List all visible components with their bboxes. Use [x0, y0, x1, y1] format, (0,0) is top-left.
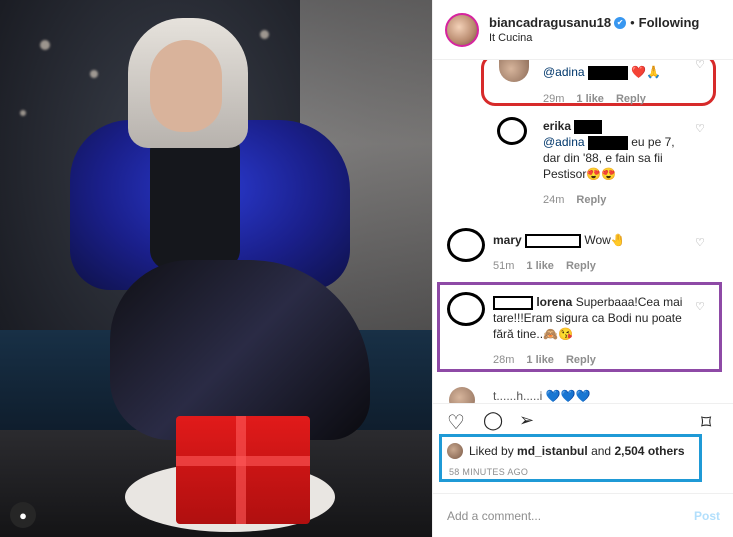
comment-username[interactable]: mary — [493, 233, 522, 247]
commenter-avatar-circled[interactable] — [447, 228, 485, 262]
share-plane-icon[interactable]: ➢ — [519, 410, 534, 431]
comment-time: 24m — [543, 194, 565, 206]
redaction-box — [574, 119, 603, 134]
redaction-box — [587, 135, 628, 150]
comment-like-icon[interactable]: ♡ — [695, 122, 705, 135]
post-location[interactable]: It Cucina — [489, 32, 699, 44]
comment-meta: 28m 1 like Reply — [493, 354, 596, 366]
reply-button[interactable]: Reply — [566, 354, 596, 366]
reply-button[interactable]: Reply — [576, 194, 606, 206]
photo-red-gift — [176, 416, 310, 524]
user-tag-icon[interactable]: ● — [10, 502, 36, 528]
post-photo[interactable]: ● — [0, 0, 432, 537]
comment-input[interactable]: Add a comment... — [447, 509, 541, 523]
reply-button[interactable]: Reply — [616, 93, 646, 105]
liked-by-prefix: Liked by — [469, 444, 514, 458]
commenter-avatar[interactable] — [449, 387, 475, 403]
photo-top — [150, 130, 240, 270]
separator-dot: • — [630, 15, 635, 30]
bookmark-icon[interactable]: ⌑ — [701, 410, 711, 435]
commenter-avatar-circled[interactable] — [497, 117, 527, 145]
following-button[interactable]: Following — [639, 15, 700, 30]
comment-likes[interactable]: 1 like — [576, 93, 604, 105]
bokeh-light — [20, 110, 26, 116]
comment-like-icon[interactable]: ♡ — [695, 300, 705, 313]
post-button[interactable]: Post — [694, 509, 720, 523]
comment-reply-1: @adina ❤️🙏 — [543, 64, 703, 80]
post-header: biancadragusanu18 ✔ • Following It Cucin… — [433, 0, 733, 60]
comment-likes[interactable]: 1 like — [526, 354, 554, 366]
comment-text: ❤️🙏 — [631, 65, 662, 79]
bokeh-light — [260, 30, 269, 39]
comment-meta: 29m 1 like Reply — [543, 93, 646, 105]
verified-badge-icon: ✔ — [614, 16, 627, 29]
comment-username[interactable]: lorena — [536, 295, 572, 309]
comment-3: mary Wow🤚 — [493, 232, 693, 248]
comment-time: 51m — [493, 260, 515, 272]
comment-meta: 51m 1 like Reply — [493, 260, 596, 272]
bokeh-light — [40, 40, 50, 50]
header-text: biancadragusanu18 ✔ • Following It Cucin… — [489, 15, 699, 44]
likes-section: Liked by md_istanbul and 2,504 others 58… — [439, 437, 702, 485]
comment-time: 29m — [543, 93, 565, 105]
comment-meta: 24m Reply — [543, 194, 606, 206]
photo-face — [150, 40, 222, 132]
comment-like-icon[interactable]: ♡ — [695, 60, 705, 71]
comment-text: Wow🤚 — [584, 233, 626, 247]
author-username[interactable]: biancadragusanu18 — [489, 15, 611, 30]
comment-mention[interactable]: @adina — [543, 135, 585, 149]
comment-likes[interactable]: 1 like — [526, 260, 554, 272]
post-side-panel: biancadragusanu18 ✔ • Following It Cucin… — [432, 0, 733, 537]
redaction-box — [493, 295, 533, 310]
liker-avatar[interactable] — [447, 443, 463, 459]
comment-4: lorena Superbaaa!Cea mai tare!!!Eram sig… — [493, 294, 693, 342]
comment-partial: t......h.....i 💙💙💙 — [493, 389, 591, 403]
comment-reply-2: erika @adina eu pe 7, dar din '88, e fai… — [543, 118, 693, 182]
comment-username[interactable]: erika — [543, 119, 571, 133]
comment-like-icon[interactable]: ♡ — [695, 236, 705, 249]
action-bar: ♡ ◯ ➢ ⌑ — [433, 403, 733, 437]
add-comment-bar: Add a comment... Post — [433, 493, 733, 537]
liker-username[interactable]: md_istanbul — [517, 444, 588, 458]
comment-bubble-icon[interactable]: ◯ — [483, 410, 503, 431]
post-time[interactable]: 58 MINUTES AGO — [449, 467, 528, 477]
redaction-box — [525, 233, 582, 248]
comment-mention[interactable]: @adina — [543, 65, 585, 79]
comments-list[interactable]: @adina ❤️🙏 ♡ 29m 1 like Reply erika @adi… — [433, 60, 733, 403]
reply-button[interactable]: Reply — [566, 260, 596, 272]
commenter-avatar-circled[interactable] — [447, 292, 485, 326]
comment-time: 28m — [493, 354, 515, 366]
like-heart-icon[interactable]: ♡ — [447, 410, 465, 435]
author-avatar[interactable] — [445, 12, 479, 47]
liked-by-and: and — [591, 444, 612, 458]
likes-count[interactable]: 2,504 others — [614, 444, 684, 458]
redaction-box — [587, 65, 628, 80]
bokeh-light — [90, 70, 98, 78]
